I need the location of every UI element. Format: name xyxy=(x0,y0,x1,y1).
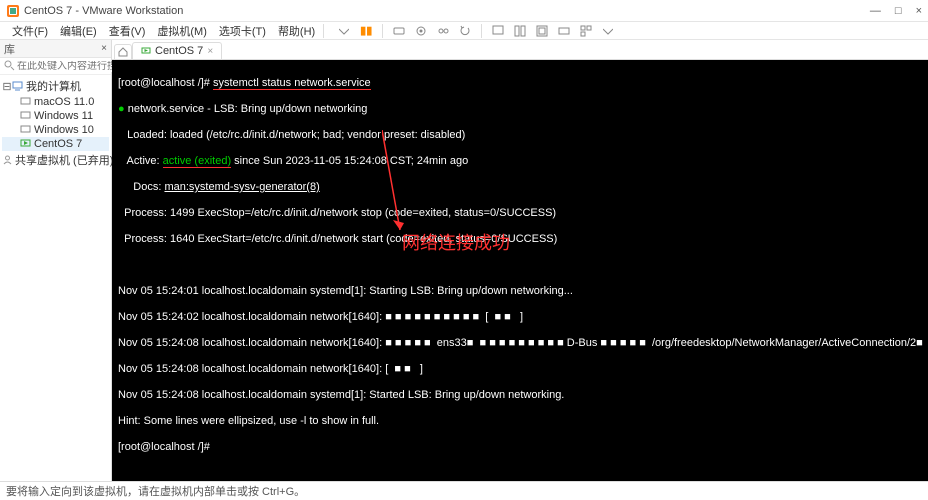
vmware-app-icon xyxy=(6,4,20,18)
tab-centos7[interactable]: CentOS 7 × xyxy=(132,42,222,59)
computer-icon xyxy=(12,80,24,92)
sidebar-title: 库 xyxy=(4,41,15,57)
menu-bar: 文件(F) 编辑(E) 查看(V) 虚拟机(M) 选项卡(T) 帮助(H) ▮▮ xyxy=(0,22,928,40)
tree-root-my-computer[interactable]: ⊟ 我的计算机 xyxy=(2,77,109,95)
menu-file[interactable]: 文件(F) xyxy=(6,23,54,39)
snapshot-button[interactable] xyxy=(413,23,429,39)
thumbnail-bar-button[interactable] xyxy=(578,23,594,39)
toolbar: ▮▮ xyxy=(336,23,616,39)
menu-edit[interactable]: 编辑(E) xyxy=(54,23,103,39)
docs-link: man:systemd-sysv-generator(8) xyxy=(164,181,319,193)
process-line: Process: 1499 ExecStop=/etc/rc.d/init.d/… xyxy=(118,207,923,220)
vm-icon xyxy=(20,110,32,122)
sidebar-search: ▾ xyxy=(0,58,111,75)
tree-shared-vms[interactable]: 共享虚拟机 (已弃用) xyxy=(2,151,109,169)
maximize-button[interactable]: □ xyxy=(895,5,902,17)
revert-button[interactable] xyxy=(457,23,473,39)
power-dropdown-button[interactable] xyxy=(336,23,352,39)
main-area: CentOS 7 × [root@localhost /]# systemctl… xyxy=(112,40,928,481)
menu-view[interactable]: 查看(V) xyxy=(103,23,152,39)
tab-bar: CentOS 7 × xyxy=(112,40,928,60)
tab-close-button[interactable]: × xyxy=(207,46,213,57)
unity-button[interactable] xyxy=(512,23,528,39)
hint-line: Hint: Some lines were ellipsized, use -l… xyxy=(118,415,923,428)
menu-help[interactable]: 帮助(H) xyxy=(272,23,321,39)
shared-icon xyxy=(2,154,13,166)
send-ctrl-alt-del-button[interactable] xyxy=(391,23,407,39)
active-status: active (exited) xyxy=(163,155,231,168)
library-tree: ⊟ 我的计算机 macOS 11.0 Windows 11 Windows 10… xyxy=(0,75,111,171)
sidebar-header: 库 × xyxy=(0,40,111,58)
fullscreen-button[interactable] xyxy=(534,23,550,39)
vm-icon xyxy=(20,96,32,108)
tab-home[interactable] xyxy=(114,44,132,59)
tree-item-macos[interactable]: macOS 11.0 xyxy=(2,95,109,109)
stretch-button[interactable] xyxy=(556,23,572,39)
menu-vm[interactable]: 虚拟机(M) xyxy=(151,23,213,39)
tab-label: CentOS 7 xyxy=(155,45,203,57)
process-line: Process: 1640 ExecStart=/etc/rc.d/init.d… xyxy=(118,233,923,246)
status-text: 要将输入定向到该虚拟机，请在虚拟机内部单击或按 Ctrl+G。 xyxy=(6,483,305,499)
tree-item-win11[interactable]: Windows 11 xyxy=(2,109,109,123)
minimize-button[interactable]: — xyxy=(870,5,881,17)
library-sidebar: 库 × ▾ ⊟ 我的计算机 macOS 11.0 Windows 11 xyxy=(0,40,112,481)
close-button[interactable]: × xyxy=(916,5,922,17)
loaded-line: Loaded: loaded (/etc/rc.d/init.d/network… xyxy=(118,129,923,142)
pause-button[interactable]: ▮▮ xyxy=(358,23,374,39)
title-bar: CentOS 7 - VMware Workstation — □ × xyxy=(0,0,928,22)
log-line: Nov 05 15:24:08 localhost.localdomain ne… xyxy=(118,363,923,376)
command-text: systemctl status network.service xyxy=(213,77,371,90)
log-line: Nov 05 15:24:08 localhost.localdomain ne… xyxy=(118,337,923,350)
prompt-line: [root@localhost /]# xyxy=(118,441,923,454)
home-icon xyxy=(118,47,128,57)
status-bar: 要将输入定向到该虚拟机，请在虚拟机内部单击或按 Ctrl+G。 xyxy=(0,481,928,500)
menu-tabs[interactable]: 选项卡(T) xyxy=(213,23,272,39)
terminal-console[interactable]: [root@localhost /]# systemctl status net… xyxy=(112,60,928,481)
log-line: Nov 05 15:24:01 localhost.localdomain sy… xyxy=(118,285,923,298)
annotation-label: 网络连接成功 xyxy=(402,237,510,250)
vm-running-icon xyxy=(20,138,32,150)
log-line: Nov 05 15:24:02 localhost.localdomain ne… xyxy=(118,311,923,324)
window-title: CentOS 7 - VMware Workstation xyxy=(24,5,183,17)
tree-item-centos7[interactable]: CentOS 7 xyxy=(2,137,109,151)
log-line: Nov 05 15:24:08 localhost.localdomain sy… xyxy=(118,389,923,402)
service-header: network.service - LSB: Bring up/down net… xyxy=(128,103,368,115)
search-icon xyxy=(4,60,15,72)
status-bullet: ● xyxy=(118,103,128,115)
prompt: [root@localhost /]# xyxy=(118,77,213,89)
snapshot-manager-button[interactable] xyxy=(435,23,451,39)
thumbnail-dropdown-button[interactable] xyxy=(600,23,616,39)
sidebar-close-button[interactable]: × xyxy=(101,43,107,54)
tree-twisty-icon[interactable]: ⊟ xyxy=(2,80,12,93)
console-view-button[interactable] xyxy=(490,23,506,39)
vm-running-icon xyxy=(141,46,151,56)
vm-icon xyxy=(20,124,32,136)
tree-item-win10[interactable]: Windows 10 xyxy=(2,123,109,137)
